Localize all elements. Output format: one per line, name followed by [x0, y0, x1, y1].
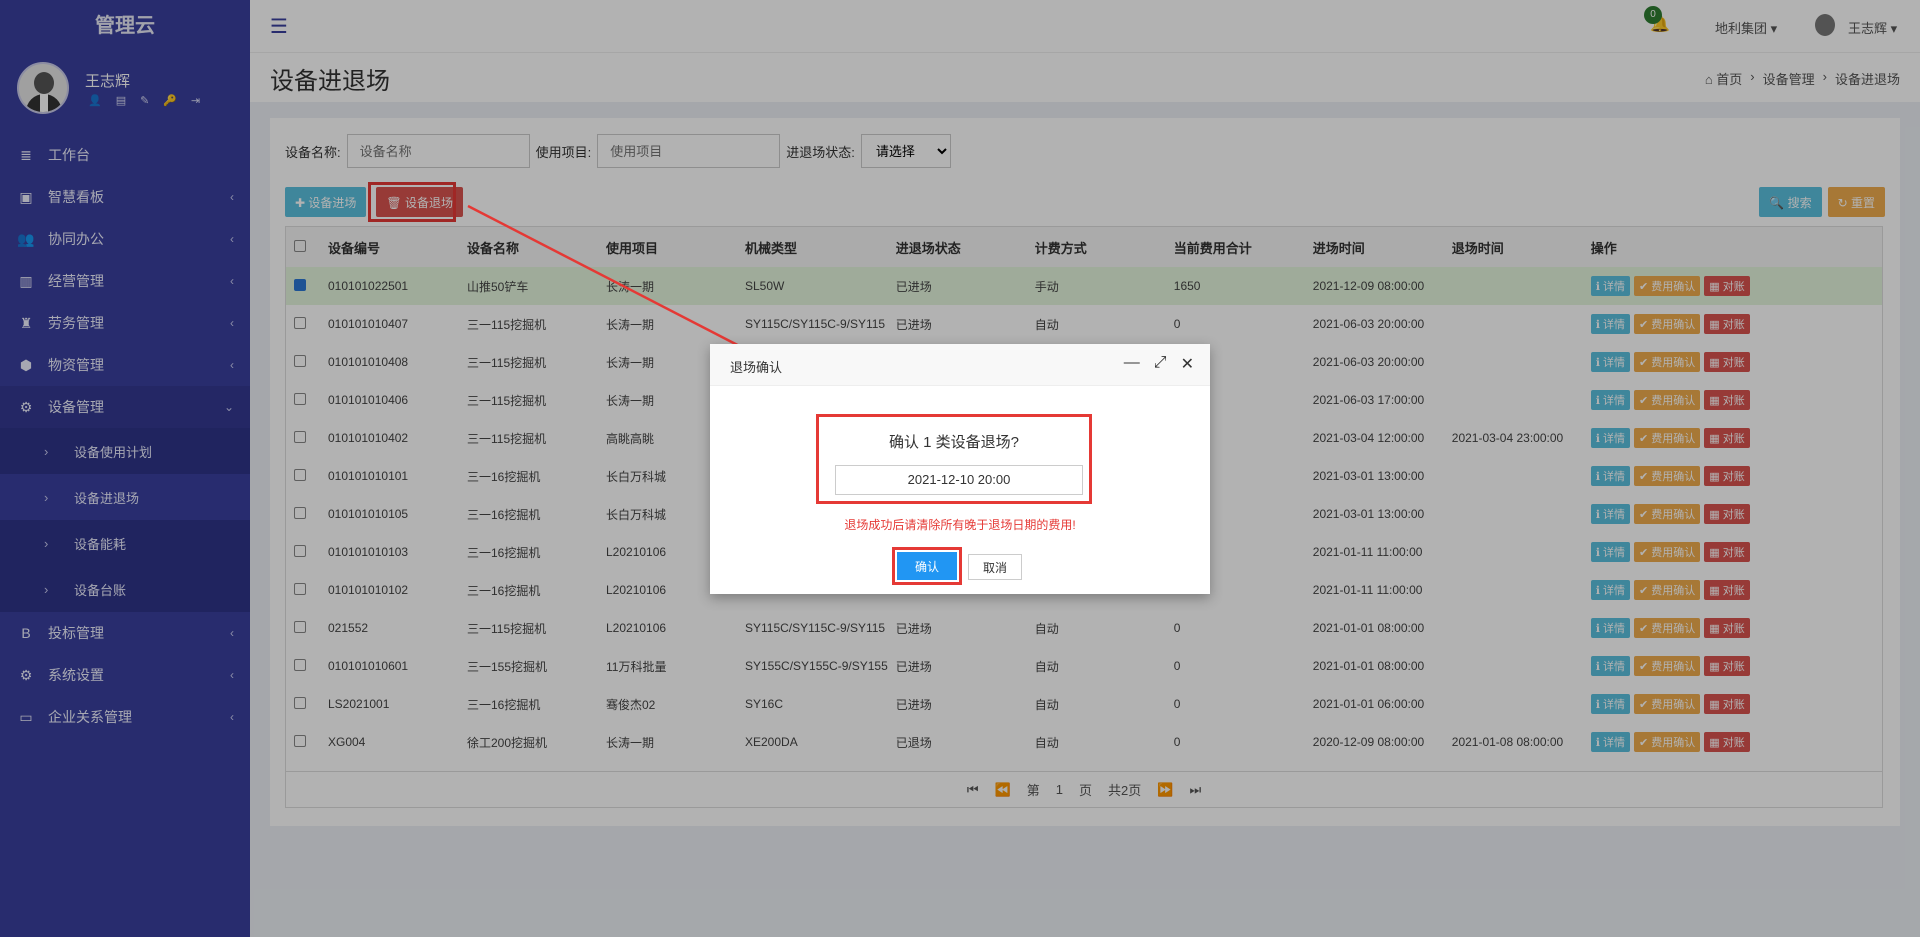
dialog-title: 退场确认 [730, 360, 783, 375]
confirm-button[interactable]: 确认 [897, 552, 957, 580]
minimize-icon[interactable]: — [1124, 354, 1140, 374]
cancel-button[interactable]: 取消 [968, 554, 1022, 580]
confirm-message: 确认 1 类设备退场? [888, 434, 1020, 451]
maximize-icon[interactable]: ⤢ [1154, 354, 1167, 374]
exit-date-input[interactable]: 2021-12-10 20:00 [835, 465, 1083, 495]
exit-confirm-dialog: 退场确认 — ⤢ ✕ 确认 1 类设备退场? 2021-12-10 20:00 … [710, 344, 1210, 594]
dialog-controls: — ⤢ ✕ [1124, 354, 1194, 374]
confirm-highlight-box: 确认 1 类设备退场? 2021-12-10 20:00 [816, 414, 1092, 504]
close-icon[interactable]: ✕ [1181, 354, 1194, 374]
warning-message: 退场成功后请清除所有晚于退场日期的费用! [844, 518, 1076, 532]
confirm-button-highlight: 确认 [892, 547, 962, 585]
dialog-header: 退场确认 — ⤢ ✕ [710, 344, 1210, 386]
